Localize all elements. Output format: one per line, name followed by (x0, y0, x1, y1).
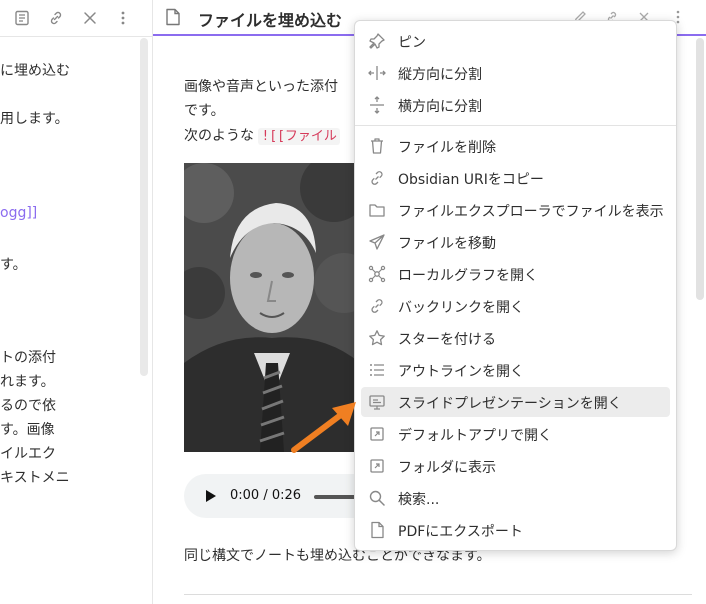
menu-item-reveal-in-explorer[interactable]: ファイルエクスプローラでファイルを表示 (361, 195, 670, 225)
paragraph-line: です。 (184, 103, 225, 119)
open-folder-icon (367, 456, 387, 476)
star-icon (367, 328, 387, 348)
menu-item-label: ファイルを移動 (398, 236, 496, 252)
play-icon[interactable] (206, 490, 216, 502)
menu-item-open-backlinks[interactable]: バックリンクを開く (361, 291, 670, 321)
menu-item-label: ファイルエクスプローラでファイルを表示 (398, 204, 664, 220)
left-text-line: トの添付 (0, 350, 56, 366)
menu-item-label: PDFにエクスポート (398, 524, 523, 540)
link-icon[interactable] (46, 8, 66, 28)
left-pane-toolbar (0, 0, 152, 37)
menu-item-open-slides[interactable]: スライドプレゼンテーションを開く (361, 387, 670, 417)
left-text-line: 用します。 (0, 111, 69, 127)
paragraph-line: 画像や音声といった添付 (184, 79, 338, 95)
left-text-line: キストメニ (0, 470, 70, 486)
document-icon (165, 8, 181, 30)
menu-item-split-vertical[interactable]: 縦方向に分割 (361, 58, 670, 88)
left-text-line: す。画像 (0, 422, 55, 438)
menu-item-move-file[interactable]: ファイルを移動 (361, 227, 670, 257)
menu-item-label: スライドプレゼンテーションを開く (398, 396, 622, 412)
graph-icon (367, 264, 387, 284)
menu-item-label: スターを付ける (398, 332, 496, 348)
menu-item-open-outline[interactable]: アウトラインを開く (361, 355, 670, 385)
document-title[interactable]: ファイルを埋め込む (198, 7, 342, 31)
paragraph-text: 次のような (184, 128, 254, 144)
left-text-line: に埋め込む (0, 63, 70, 79)
left-text-line: れます。 (0, 374, 55, 390)
left-text-line: イルエク (0, 446, 56, 462)
menu-item-label: アウトラインを開く (398, 364, 524, 380)
context-menu: ピン 縦方向に分割 横方向に分割 ファイルを削除 Obsidian URIをコピ… (354, 20, 677, 551)
right-scrollbar[interactable] (696, 38, 704, 300)
menu-item-pin[interactable]: ピン (361, 26, 670, 56)
menu-item-label: Obsidian URIをコピー (398, 172, 544, 188)
more-options-icon[interactable] (113, 8, 133, 28)
menu-item-label: フォルダに表示 (398, 460, 496, 476)
menu-item-label: 横方向に分割 (398, 99, 482, 115)
pin-icon (367, 31, 387, 51)
horizontal-rule (184, 594, 692, 595)
file-icon (367, 520, 387, 540)
menu-item-open-default-app[interactable]: デフォルトアプリで開く (361, 419, 670, 449)
left-text-line: す。 (0, 257, 27, 273)
menu-item-star[interactable]: スターを付ける (361, 323, 670, 353)
menu-item-label: ファイルを削除 (398, 140, 496, 156)
split-vertical-icon (367, 63, 387, 83)
left-text-line: るので依 (0, 398, 56, 414)
menu-item-open-local-graph[interactable]: ローカルグラフを開く (361, 259, 670, 289)
audio-time: 0:00 / 0:26 (230, 488, 302, 503)
reading-view-icon[interactable] (12, 8, 32, 28)
left-text-line: ogg]] (0, 205, 38, 221)
search-icon (367, 488, 387, 508)
open-external-icon (367, 424, 387, 444)
annotation-arrow-icon (291, 402, 356, 453)
audio-player[interactable]: 0:00 / 0:26 (184, 474, 376, 518)
paragraph-line: 次のような ![[ファイル (184, 125, 340, 145)
menu-item-search[interactable]: 検索... (361, 483, 670, 513)
menu-item-label: 検索... (398, 492, 440, 508)
trash-icon (367, 136, 387, 156)
folder-icon (367, 200, 387, 220)
menu-separator (355, 125, 676, 126)
menu-item-label: ピン (398, 35, 426, 51)
menu-item-label: 縦方向に分割 (398, 67, 482, 83)
menu-item-label: デフォルトアプリで開く (398, 428, 552, 444)
menu-item-delete-file[interactable]: ファイルを削除 (361, 131, 670, 161)
menu-item-label: バックリンクを開く (398, 300, 524, 316)
menu-item-label: ローカルグラフを開く (398, 268, 538, 284)
slides-icon (367, 392, 387, 412)
left-scrollbar[interactable] (140, 38, 148, 376)
paper-plane-icon (367, 232, 387, 252)
list-icon (367, 360, 387, 380)
split-horizontal-icon (367, 95, 387, 115)
menu-item-split-horizontal[interactable]: 横方向に分割 (361, 90, 670, 120)
link-icon (367, 168, 387, 188)
close-icon[interactable] (80, 8, 100, 28)
menu-item-show-in-folder[interactable]: フォルダに表示 (361, 451, 670, 481)
menu-item-copy-uri[interactable]: Obsidian URIをコピー (361, 163, 670, 193)
backlink-icon (367, 296, 387, 316)
menu-item-export-pdf[interactable]: PDFにエクスポート (361, 515, 670, 545)
left-editor-pane: に埋め込む 用します。 ogg]] す。 トの添付 れます。 るので依 す。画像… (0, 0, 152, 604)
inline-code: ![[ファイル (258, 128, 340, 145)
